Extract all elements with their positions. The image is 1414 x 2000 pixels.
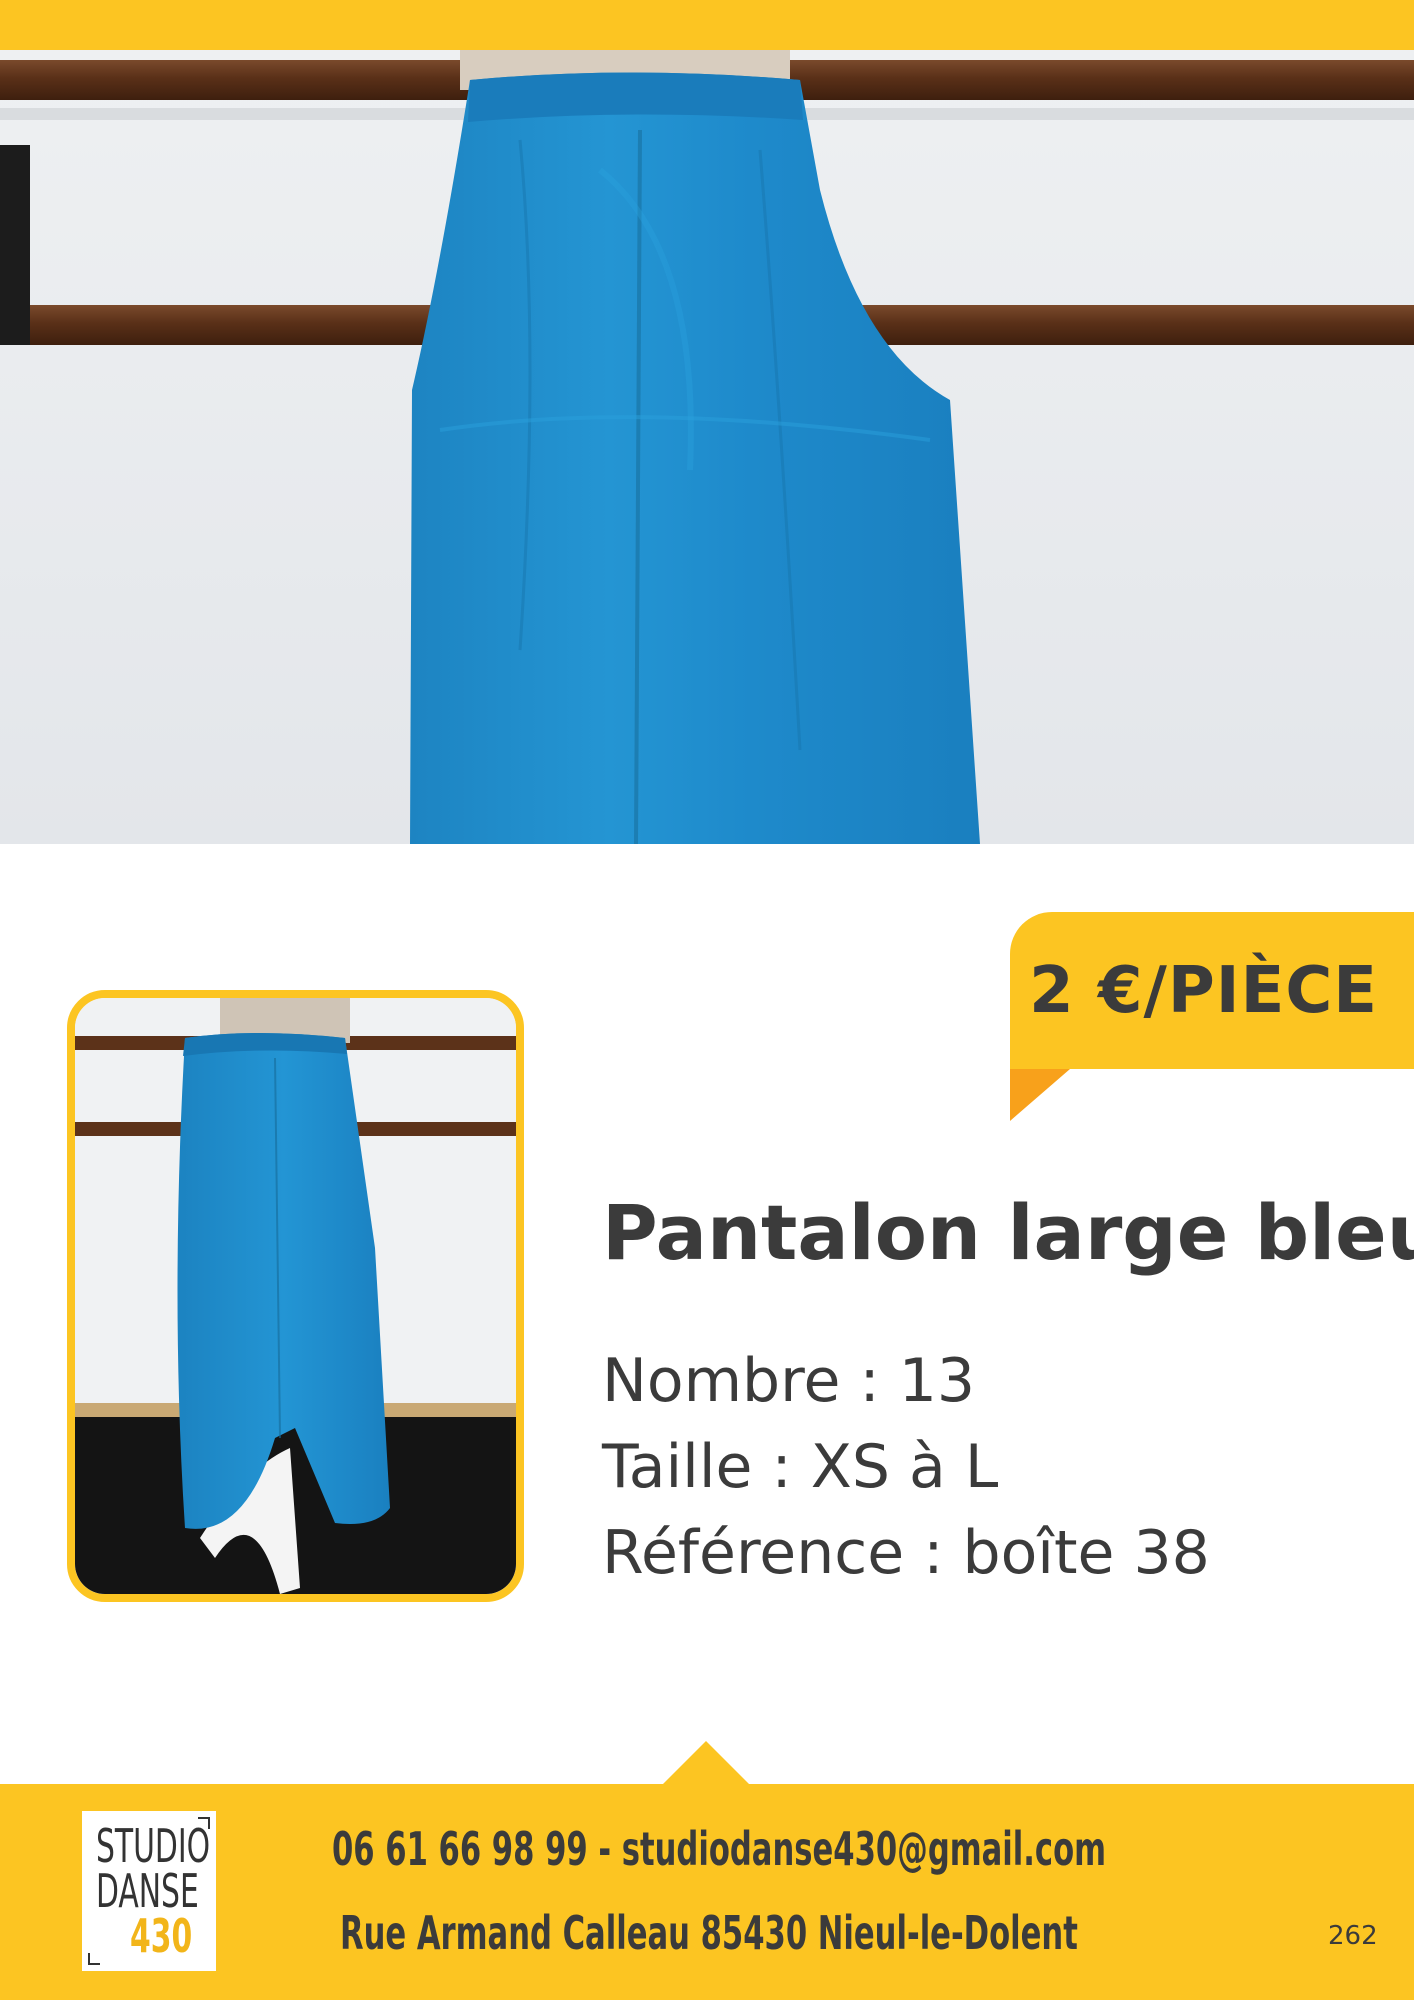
product-count: Nombre : 13	[602, 1346, 976, 1416]
price-tag-fold	[1010, 1069, 1070, 1121]
top-accent-band	[0, 0, 1414, 50]
studio-logo: STUDIO DANSE 430	[82, 1811, 216, 1971]
footer-address: Rue Armand Calleau 85430 Nieul-le-Dolent	[340, 1906, 1078, 1960]
hero-photo	[0, 50, 1414, 844]
logo-corner-mark	[88, 1953, 100, 1965]
logo-text-danse: DANSE	[96, 1864, 199, 1918]
page-number: 262	[1328, 1921, 1378, 1951]
logo-text-number: 430	[130, 1909, 193, 1963]
product-thumbnail	[67, 990, 524, 1602]
product-size: Taille : XS à L	[602, 1432, 999, 1502]
product-title: Pantalon large bleu	[602, 1188, 1414, 1277]
footer-notch	[662, 1741, 750, 1785]
product-details: Nombre : 13 Taille : XS à L Référence : …	[602, 1338, 1210, 1596]
footer-contact: 06 61 66 98 99 - studiodanse430@gmail.co…	[332, 1822, 1107, 1876]
logo-text-studio: STUDIO	[96, 1819, 211, 1873]
price-tag: 2 €/PIÈCE	[1010, 912, 1414, 1069]
product-reference: Référence : boîte 38	[602, 1518, 1210, 1588]
price-label: 2 €/PIÈCE	[1029, 953, 1378, 1028]
